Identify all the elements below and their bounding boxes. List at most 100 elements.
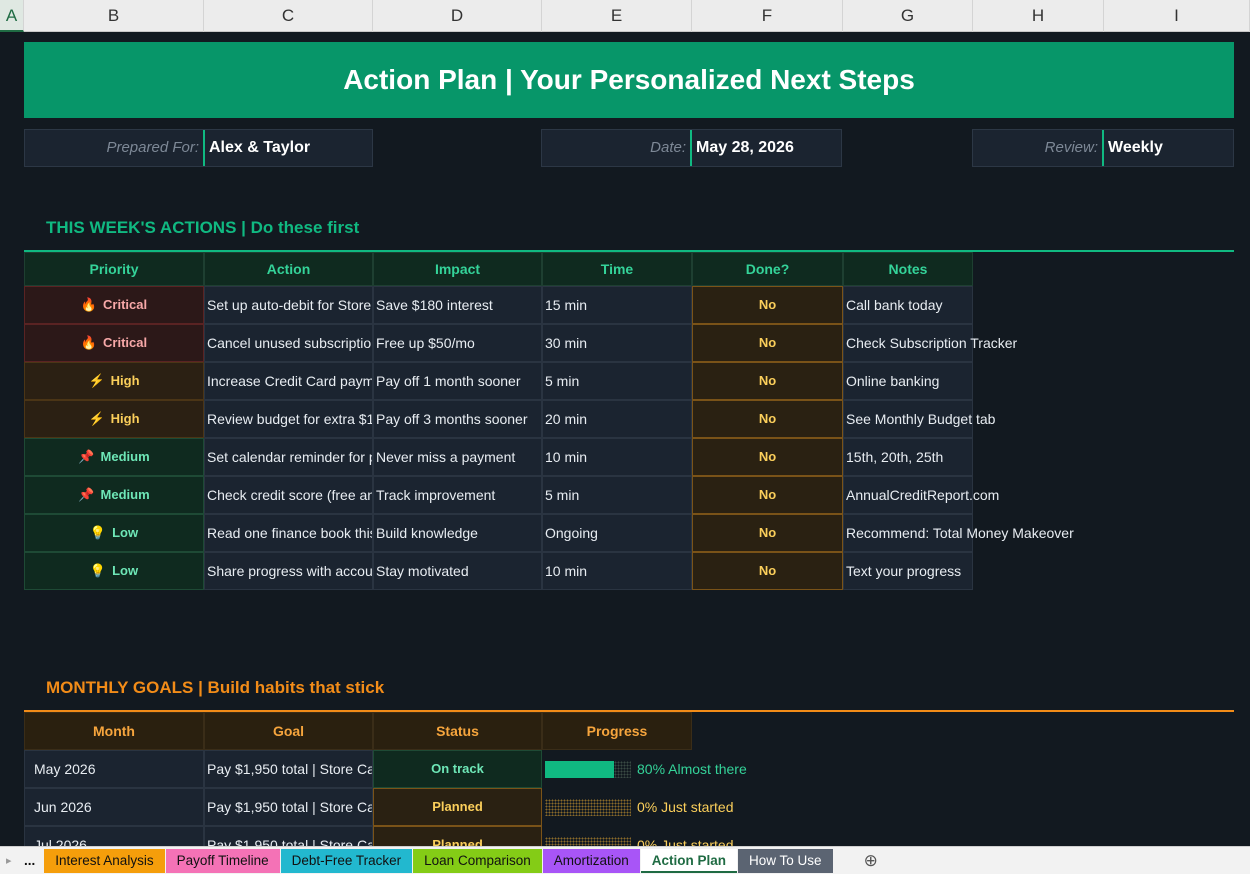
action-cell[interactable]: Share progress with accour (204, 552, 373, 590)
impact-cell[interactable]: Stay motivated (373, 552, 542, 590)
time-cell[interactable]: 5 min (542, 476, 692, 514)
header-goal[interactable]: Goal (204, 712, 373, 750)
column-header-b[interactable]: B (24, 0, 204, 32)
add-sheet-icon[interactable]: ⊕ (864, 851, 878, 871)
progress-cell[interactable]: 0% Just started (542, 788, 734, 826)
priority-label: High (110, 373, 140, 388)
header-action[interactable]: Action (204, 252, 373, 286)
action-cell[interactable]: Set up auto-debit for Store (204, 286, 373, 324)
month-cell[interactable]: May 2026 (24, 750, 204, 788)
goal-cell[interactable]: Pay $1,950 total | Store Ca (204, 750, 373, 788)
progress-cell[interactable]: 80% Almost there (542, 750, 747, 788)
header-status[interactable]: Status (373, 712, 542, 750)
header-month[interactable]: Month (24, 712, 204, 750)
sheet-tab[interactable]: Payoff Timeline (165, 848, 280, 873)
action-cell[interactable]: Increase Credit Card payme (204, 362, 373, 400)
column-header-a[interactable]: A (0, 0, 24, 32)
action-cell[interactable]: Check credit score (free ani (204, 476, 373, 514)
review-field[interactable]: Review: Weekly (972, 129, 1234, 167)
time-cell[interactable]: 20 min (542, 400, 692, 438)
done-cell[interactable]: No (692, 514, 843, 552)
notes-cell[interactable]: Call bank today (843, 286, 973, 324)
table-row: May 2026 Pay $1,950 total | Store Ca On tr… (24, 750, 747, 788)
impact-cell[interactable]: Build knowledge (373, 514, 542, 552)
sheet-tab[interactable]: Action Plan (640, 848, 738, 873)
done-cell[interactable]: No (692, 324, 843, 362)
time-cell[interactable]: 10 min (542, 438, 692, 476)
review-value[interactable]: Weekly (1104, 139, 1163, 157)
priority-cell[interactable]: 🔥 Critical (24, 324, 204, 362)
column-header-i[interactable]: I (1104, 0, 1250, 32)
action-cell[interactable]: Set calendar reminder for p (204, 438, 373, 476)
time-cell[interactable]: 30 min (542, 324, 692, 362)
header-time[interactable]: Time (542, 252, 692, 286)
status-badge[interactable]: Planned (373, 788, 542, 826)
done-cell[interactable]: No (692, 476, 843, 514)
prepared-for-field[interactable]: Prepared For: Alex & Taylor (24, 129, 373, 167)
impact-cell[interactable]: Pay off 3 months sooner (373, 400, 542, 438)
table-row: 📌 Medium Set calendar reminder for p Never … (24, 438, 973, 476)
priority-label: Critical (103, 335, 148, 350)
sheet-tab[interactable]: Amortization (542, 848, 640, 873)
column-header-f[interactable]: F (692, 0, 843, 32)
column-header-d[interactable]: D (373, 0, 542, 32)
impact-cell[interactable]: Free up $50/mo (373, 324, 542, 362)
impact-cell[interactable]: Never miss a payment (373, 438, 542, 476)
time-cell[interactable]: 15 min (542, 286, 692, 324)
time-cell[interactable]: 5 min (542, 362, 692, 400)
notes-cell[interactable]: Text your progress (843, 552, 973, 590)
header-done[interactable]: Done? (692, 252, 843, 286)
priority-label: Low (112, 525, 139, 540)
column-header-e[interactable]: E (542, 0, 692, 32)
column-header-g[interactable]: G (843, 0, 973, 32)
header-impact[interactable]: Impact (373, 252, 542, 286)
notes-cell[interactable]: AnnualCreditReport.com (843, 476, 999, 514)
date-label: Date: (542, 130, 692, 166)
month-cell[interactable]: Jun 2026 (24, 788, 204, 826)
notes-cell[interactable]: 15th, 20th, 25th (843, 438, 973, 476)
sheet-tab[interactable]: How To Use (738, 848, 833, 873)
done-cell[interactable]: No (692, 552, 843, 590)
done-cell[interactable]: No (692, 438, 843, 476)
impact-cell[interactable]: Pay off 1 month sooner (373, 362, 542, 400)
priority-label: High (110, 411, 140, 426)
more-sheets-button[interactable]: ... (16, 849, 43, 873)
action-cell[interactable]: Read one finance book this (204, 514, 373, 552)
progress-bar (545, 761, 631, 778)
action-cell[interactable]: Cancel unused subscription (204, 324, 373, 362)
status-badge[interactable]: On track (373, 750, 542, 788)
header-notes[interactable]: Notes (843, 252, 973, 286)
priority-cell[interactable]: 💡 Low (24, 552, 204, 590)
priority-cell[interactable]: 📌 Medium (24, 476, 204, 514)
notes-cell[interactable]: See Monthly Budget tab (843, 400, 995, 438)
sheet-tab[interactable]: Loan Comparison (413, 848, 542, 873)
notes-cell[interactable]: Recommend: Total Money Makeover (843, 514, 1074, 552)
lightbulb-icon: 💡 (89, 525, 107, 540)
date-field[interactable]: Date: May 28, 2026 (541, 129, 842, 167)
priority-cell[interactable]: ⚡ High (24, 362, 204, 400)
column-header-c[interactable]: C (204, 0, 373, 32)
sheet-tab[interactable]: Interest Analysis (44, 848, 165, 873)
notes-cell[interactable]: Online banking (843, 362, 973, 400)
impact-cell[interactable]: Track improvement (373, 476, 542, 514)
priority-cell[interactable]: 📌 Medium (24, 438, 204, 476)
header-priority[interactable]: Priority (24, 252, 204, 286)
priority-cell[interactable]: 💡 Low (24, 514, 204, 552)
date-value[interactable]: May 28, 2026 (692, 139, 794, 157)
goal-cell[interactable]: Pay $1,950 total | Store Ca (204, 788, 373, 826)
time-cell[interactable]: Ongoing (542, 514, 692, 552)
impact-cell[interactable]: Save $180 interest (373, 286, 542, 324)
notes-cell[interactable]: Check Subscription Tracker (843, 324, 1017, 362)
action-cell[interactable]: Review budget for extra $1 (204, 400, 373, 438)
done-cell[interactable]: No (692, 286, 843, 324)
done-cell[interactable]: No (692, 400, 843, 438)
prepared-for-value[interactable]: Alex & Taylor (205, 139, 310, 157)
sheet-tab[interactable]: Debt-Free Tracker (280, 848, 413, 873)
time-cell[interactable]: 10 min (542, 552, 692, 590)
header-progress[interactable]: Progress (542, 712, 692, 750)
priority-cell[interactable]: 🔥 Critical (24, 286, 204, 324)
scroll-left-icon[interactable]: ▸ (6, 854, 16, 867)
column-header-h[interactable]: H (973, 0, 1104, 32)
priority-cell[interactable]: ⚡ High (24, 400, 204, 438)
done-cell[interactable]: No (692, 362, 843, 400)
